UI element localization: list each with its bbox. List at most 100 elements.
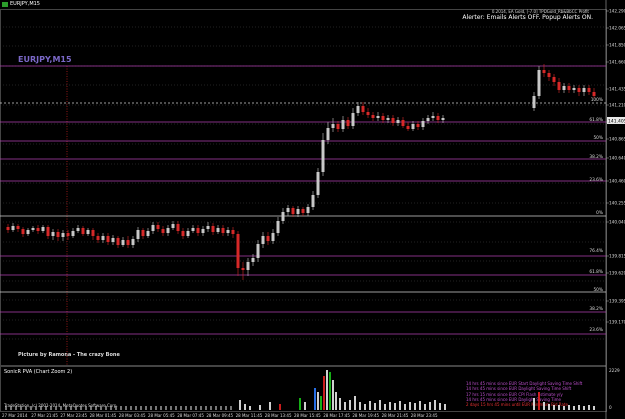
fibonacci-label: 100% (591, 97, 603, 103)
current-price-label: 141.405 (608, 118, 625, 124)
candle-body (31, 228, 35, 230)
candle-body (431, 116, 435, 118)
candle-body (191, 228, 195, 231)
candle-body (356, 106, 360, 113)
candle-body (176, 224, 180, 231)
candle-body (547, 73, 551, 77)
candle-body (6, 227, 10, 230)
time-axis-label: 28 Mar 11:45 (236, 413, 263, 418)
fibonacci-label: 61.8% (589, 269, 603, 275)
price-axis-label: 139.620 (609, 271, 625, 276)
candle-body (91, 230, 95, 236)
candle-body (281, 212, 285, 221)
fibonacci-label: 0% (596, 210, 603, 216)
candle-body (106, 236, 110, 242)
candle-body (16, 226, 20, 229)
candle-body (331, 124, 335, 128)
fibonacci-label: 23.6% (589, 327, 603, 333)
time-axis-label: 28 Mar 17:45 (323, 413, 350, 418)
price-axis-label: 140.640 (609, 156, 625, 161)
indicator-scale-top: 2229 (609, 368, 620, 373)
candle-body (381, 116, 385, 120)
candle-body (156, 225, 160, 229)
time-axis-label: 28 Mar 05:45 (148, 413, 175, 418)
candle-body (266, 236, 270, 241)
price-axis-label: 139.815 (609, 254, 625, 259)
candle-body (66, 233, 70, 236)
candle-body (166, 228, 170, 233)
candle-body (361, 106, 365, 112)
candle-body (587, 88, 591, 92)
candle-body (171, 224, 175, 228)
candle-body (406, 126, 410, 129)
candle-body (141, 230, 145, 236)
candle-body (552, 77, 556, 82)
candle-body (241, 268, 245, 270)
time-axis-label: 28 Mar 03:45 (119, 413, 146, 418)
candle-body (376, 116, 380, 118)
candle-body (201, 229, 205, 233)
candle-body (296, 209, 300, 214)
candle-body (221, 228, 225, 233)
price-chart[interactable]: 100% 61.8% 50% 38.2% 23.6% 0% 76.4% 61.8% 50% 38.… (0, 0, 625, 419)
candle-body (236, 234, 240, 268)
candle-body (557, 82, 561, 90)
time-axis-label: 28 Mar 13:45 (265, 413, 292, 418)
candle-body (401, 120, 405, 126)
fibonacci-label: 61.8% (589, 117, 603, 123)
candle-body (151, 225, 155, 231)
candle-body (336, 124, 340, 129)
candle-body (396, 120, 400, 123)
candle-body (592, 92, 596, 96)
candle-body (311, 195, 315, 207)
fibonacci-label: 38.2% (589, 306, 603, 312)
time-axis-label: 28 Mar 23:45 (411, 413, 438, 418)
candle-body (101, 236, 105, 240)
candle-body (572, 88, 576, 90)
candle-body (351, 113, 355, 126)
candle-body (161, 229, 165, 233)
candle-body (567, 86, 571, 90)
candle-body (386, 118, 390, 120)
candle-body (81, 228, 85, 234)
candle-body (306, 207, 310, 213)
time-axis-label: 28 Mar 07:45 (177, 413, 204, 418)
price-axis-label: 141.435 (609, 87, 625, 92)
candle-body (261, 236, 265, 244)
candle-body (326, 128, 330, 140)
candle-body (251, 258, 255, 262)
candle-body (121, 240, 125, 245)
candle-body (231, 230, 235, 234)
candle-body (26, 230, 30, 234)
candle-body (211, 226, 215, 232)
candle-body (131, 239, 135, 245)
price-axis-label: 142.065 (609, 26, 625, 31)
candle-body (146, 231, 150, 236)
candle-body (186, 231, 190, 236)
candle-body (321, 140, 325, 172)
candle-body (36, 228, 40, 231)
fibonacci-label: 38.2% (589, 154, 603, 160)
candle-body (577, 88, 581, 92)
time-axis-label: 28 Mar 09:45 (206, 413, 233, 418)
candle-body (316, 172, 320, 195)
candle-body (276, 221, 280, 233)
fibonacci-label: 50% (593, 135, 603, 141)
candle-body (286, 208, 290, 212)
candle-body (46, 227, 50, 236)
candle-body (436, 116, 440, 120)
price-axis-label: 142.290 (609, 9, 625, 14)
candle-body (21, 229, 25, 234)
price-axis-label: 140.255 (609, 201, 625, 206)
candle-body (206, 226, 210, 229)
candle-body (181, 231, 185, 236)
price-axis-label: 141.660 (609, 60, 625, 65)
fibonacci-label: 76.4% (589, 248, 603, 254)
candle-body (416, 124, 420, 127)
candle-body (76, 228, 80, 231)
price-axis-label: 139.170 (609, 320, 625, 325)
candle-body (41, 227, 45, 231)
candle-body (291, 208, 295, 214)
candle-body (86, 230, 90, 234)
fibonacci-label: 50% (593, 287, 603, 293)
